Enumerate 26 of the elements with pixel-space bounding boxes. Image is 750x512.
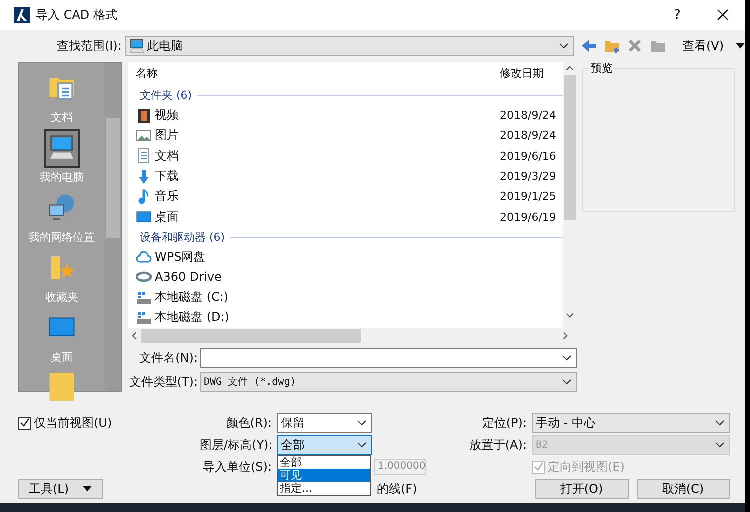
file-name: 桌面 <box>155 208 179 226</box>
file-name: 视频 <box>155 107 179 124</box>
colors-label: 颜色(R): <box>225 414 273 432</box>
positioning-label: 定位(P): <box>481 414 528 432</box>
file-name: 下载 <box>155 168 179 185</box>
layers-label: 图层/标高(Y): <box>200 436 274 454</box>
file-name: A360 Drive <box>155 270 222 284</box>
file-name: 文档 <box>155 148 179 165</box>
file-type-label: 文件类型(T): <box>128 374 199 390</box>
file-name: 本地磁盘 (D:) <box>155 309 230 326</box>
place-at-label: 放置于(A): <box>468 436 528 454</box>
date-cell-text: 2018/9/24 <box>499 109 556 122</box>
date-cell-text: 2018/9/24 <box>499 129 556 142</box>
file-name: 图片 <box>155 127 179 144</box>
preview-title: 预览 <box>589 61 615 76</box>
import-units-label: 导入单位(S): <box>202 458 273 476</box>
date-cell-text: 2019/1/25 <box>499 190 556 204</box>
file-name: 本地磁盘 (C:) <box>155 289 229 306</box>
file-name: WPS网盘 <box>155 248 206 266</box>
window-title: 导入 CAD 格式 <box>36 6 118 24</box>
date-cell-text: 2019/6/19 <box>499 210 556 224</box>
date-cell-text: 2019/3/29 <box>499 170 556 183</box>
file-name: 音乐 <box>155 188 179 206</box>
date-cell-text: 2019/6/16 <box>499 150 556 163</box>
file-name-label: 文件名(N): <box>138 350 199 366</box>
look-in-label: 查找范围(I): <box>56 38 123 54</box>
